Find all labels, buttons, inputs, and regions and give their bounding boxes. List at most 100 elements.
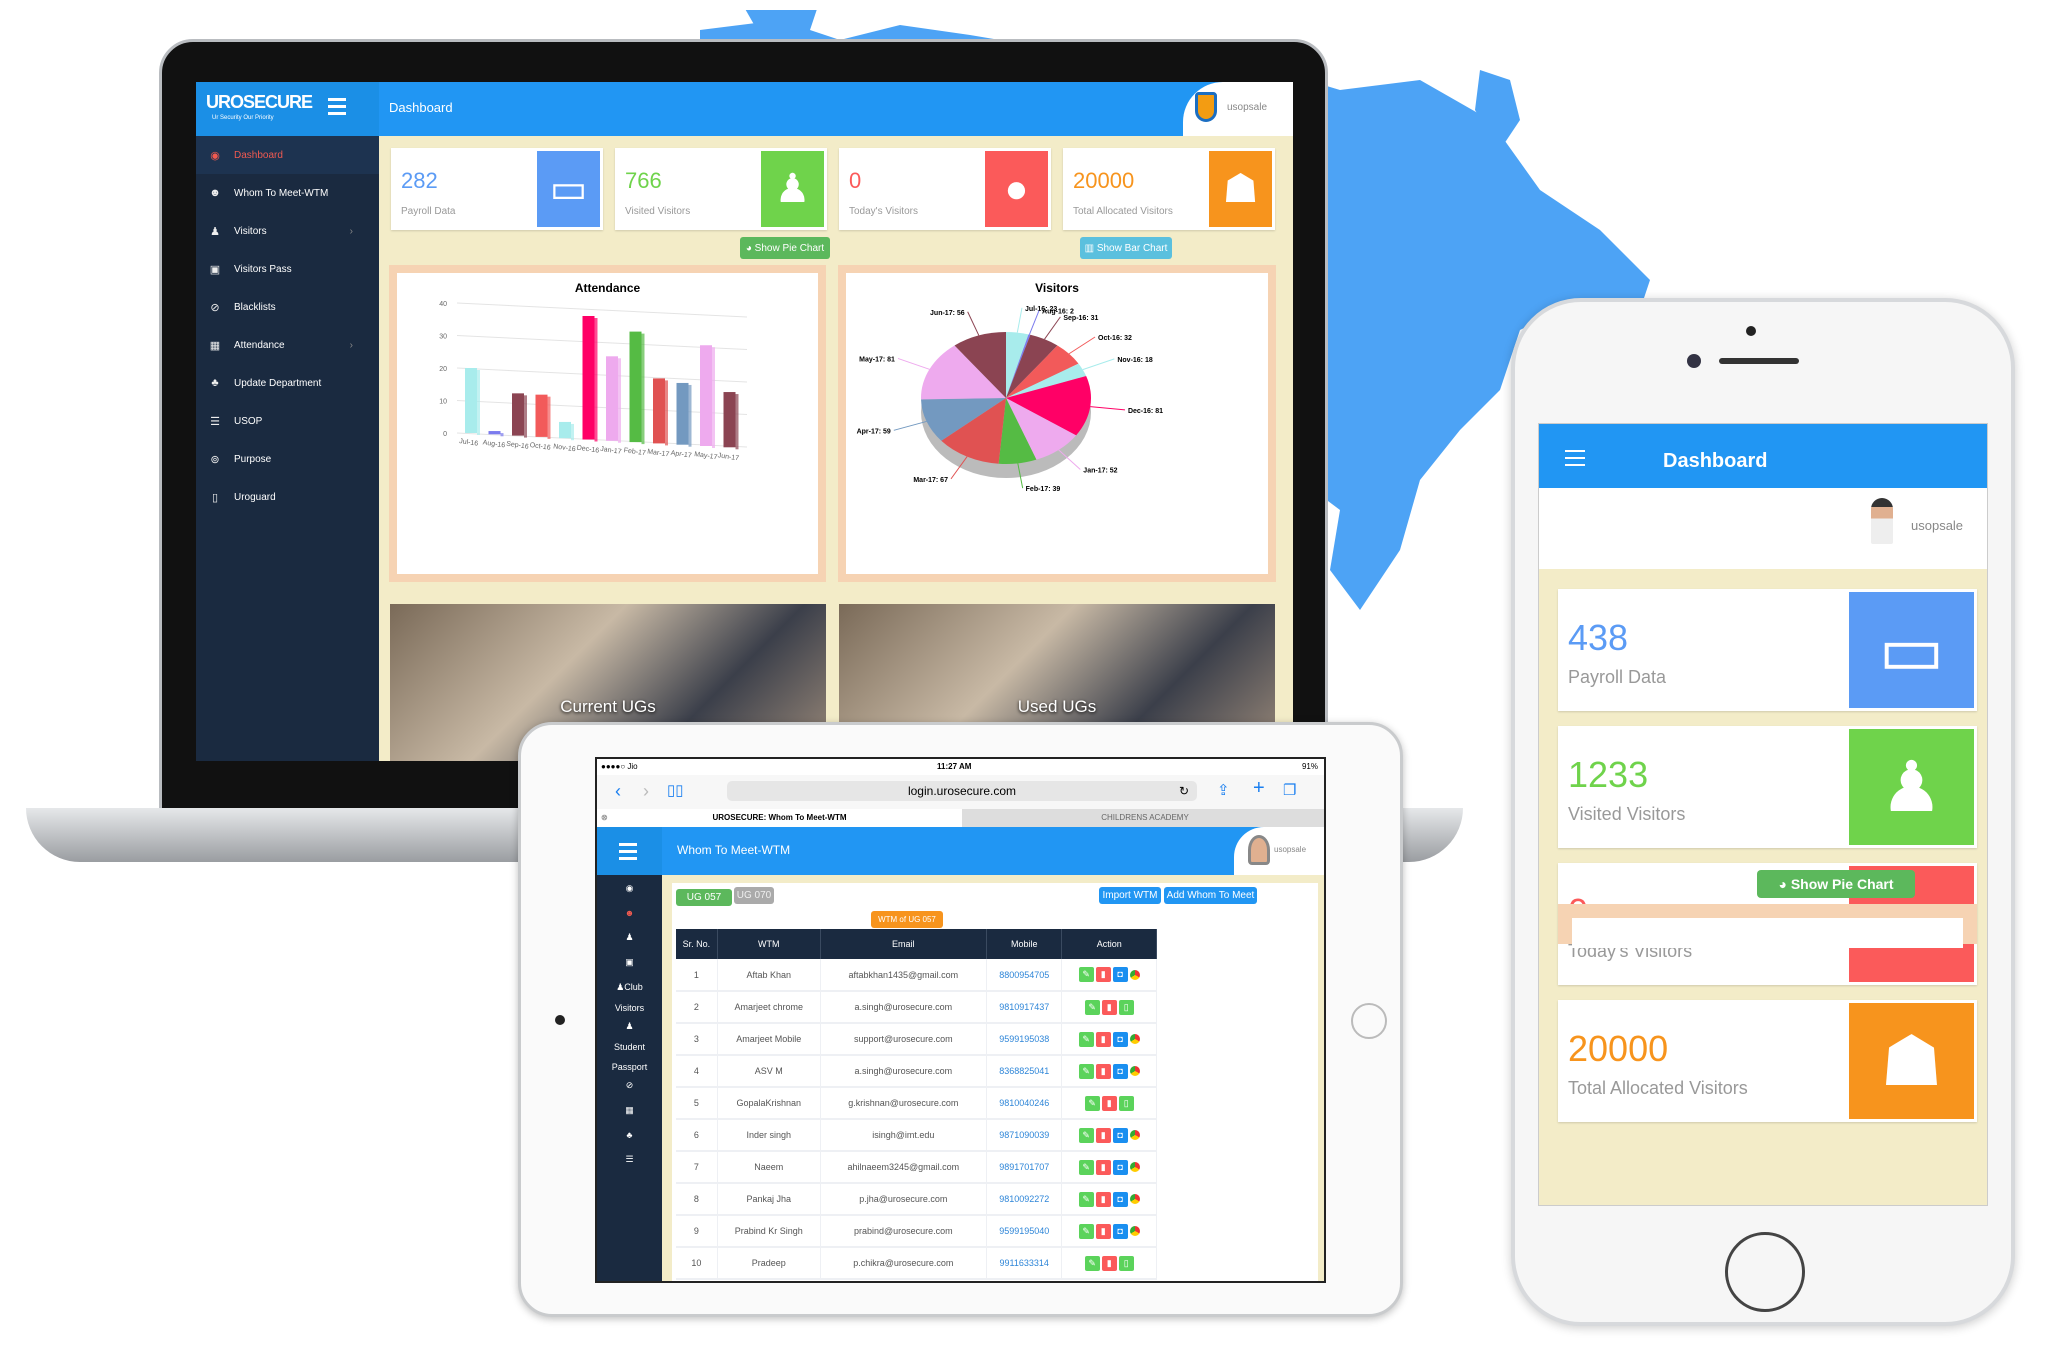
sidebar-item-blacklists[interactable]: ⊘ Blacklists	[196, 288, 379, 326]
phone-home-button[interactable]	[1725, 1232, 1805, 1312]
stat-card-visited-visitors[interactable]: 1233 Visited Visitors ♟	[1558, 726, 1977, 848]
stat-card-visited-visitors[interactable]: 766 Visited Visitors ♟	[615, 148, 827, 230]
user-menu[interactable]: usopsale	[1183, 82, 1293, 136]
forward-icon[interactable]: ›	[643, 781, 649, 802]
delete-icon[interactable]: ▮	[1095, 1127, 1111, 1143]
add-whom-to-meet-button[interactable]: Add Whom To Meet	[1164, 887, 1257, 904]
edit-icon[interactable]: ✎	[1084, 1255, 1100, 1271]
ug-070-tab[interactable]: UG 070	[734, 887, 774, 904]
ug-057-tab[interactable]: UG 057	[676, 889, 732, 906]
edit-icon[interactable]: ✎	[1084, 999, 1100, 1015]
stat-card-payroll-data[interactable]: 282 Payroll Data ▭	[391, 148, 603, 230]
sidebar-item-visitors[interactable]: ♟ Visitors ›	[196, 212, 379, 250]
server-icon[interactable]: ☰	[597, 1154, 662, 1165]
mobile-cell[interactable]: 9911633314	[986, 1247, 1063, 1280]
url-bar[interactable]: login.urosecure.com ↻	[727, 781, 1197, 801]
delete-icon[interactable]: ▮	[1101, 1095, 1117, 1111]
device-icon[interactable]: ▯	[1118, 1095, 1134, 1111]
hamburger-menu-icon[interactable]	[619, 843, 637, 846]
mobile-cell[interactable]: 9810917437	[986, 991, 1063, 1024]
device-icon[interactable]: ▯	[1118, 999, 1134, 1015]
chrome-icon[interactable]	[1129, 1034, 1140, 1044]
edit-icon[interactable]: ✎	[1084, 1095, 1100, 1111]
stat-card-payroll-data[interactable]: 438 Payroll Data ▭	[1558, 589, 1977, 711]
sidebar-item-visitors-pass[interactable]: ▣ Visitors Pass	[196, 250, 379, 288]
user-bar[interactable]: usopsale	[1539, 488, 1987, 569]
person-icon[interactable]: ♟	[597, 932, 662, 943]
chrome-icon[interactable]	[1129, 1066, 1140, 1076]
person-icon[interactable]: ♟	[597, 1021, 662, 1032]
sidebar-item-update-department[interactable]: ♣ Update Department	[196, 364, 379, 402]
edit-icon[interactable]: ✎	[1078, 1127, 1094, 1143]
android-icon[interactable]: ◘	[1112, 1159, 1128, 1175]
delete-icon[interactable]: ▮	[1095, 1223, 1111, 1239]
reload-icon[interactable]: ↻	[1179, 781, 1189, 801]
android-icon[interactable]: ◘	[1112, 1127, 1128, 1143]
delete-icon[interactable]: ▮	[1095, 1031, 1111, 1047]
column-header[interactable]: Email	[820, 929, 988, 959]
import-wtm-button[interactable]: Import WTM	[1099, 887, 1161, 904]
tab-active[interactable]: ⊗ UROSECURE: Whom To Meet-WTM	[597, 809, 962, 827]
sidebar-item-purpose[interactable]: ⊚ Purpose	[196, 440, 379, 478]
stat-card-today-s-visitors[interactable]: 0 Today's Visitors ●	[839, 148, 1051, 230]
chrome-icon[interactable]	[1129, 1130, 1140, 1140]
edit-icon[interactable]: ✎	[1078, 1223, 1094, 1239]
android-icon[interactable]: ◘	[1112, 1063, 1128, 1079]
mobile-cell[interactable]: 9891701707	[986, 1151, 1063, 1184]
chrome-icon[interactable]	[1129, 1194, 1140, 1204]
mobile-cell[interactable]: 9599195040	[986, 1215, 1063, 1248]
tab-inactive[interactable]: CHILDRENS ACADEMY	[962, 809, 1324, 827]
menu-toggle[interactable]	[597, 827, 662, 875]
mobile-cell[interactable]: 9810040246	[986, 1087, 1063, 1120]
sidebar-item-visitors[interactable]: Visitors	[597, 1003, 662, 1013]
ban-icon[interactable]: ⊘	[597, 1080, 662, 1091]
chrome-icon[interactable]	[1129, 1162, 1140, 1172]
edit-icon[interactable]: ✎	[1078, 1159, 1094, 1175]
sidebar-item-usop[interactable]: ☰ USOP	[196, 402, 379, 440]
calendar-icon[interactable]: ▣	[597, 957, 662, 968]
tabs-icon[interactable]: ❐	[1283, 781, 1296, 799]
column-header[interactable]: Action	[1061, 929, 1157, 959]
mobile-cell[interactable]: 8800954705	[986, 959, 1063, 992]
sidebar-item-attendance[interactable]: ▦ Attendance ›	[196, 326, 379, 364]
sitemap-icon[interactable]: ♣	[597, 1130, 662, 1140]
sidebar-item-whom-to-meet-wtm[interactable]: ☻ Whom To Meet-WTM	[196, 174, 379, 212]
show-bar-chart-button[interactable]: ▥ Show Bar Chart	[1080, 237, 1172, 259]
chrome-icon[interactable]	[1129, 1226, 1140, 1236]
sidebar-item-student[interactable]: Student	[597, 1042, 662, 1052]
sidebar-item-club[interactable]: ♟Club	[597, 982, 662, 993]
device-icon[interactable]: ▯	[1118, 1255, 1134, 1271]
column-header[interactable]: Mobile	[986, 929, 1063, 959]
chrome-icon[interactable]	[1129, 969, 1140, 980]
new-tab-icon[interactable]: +	[1253, 777, 1265, 800]
stat-card-total-allocated-visitors[interactable]: 20000 Total Allocated Visitors ☗	[1558, 1000, 1977, 1122]
delete-icon[interactable]: ▮	[1095, 1191, 1111, 1207]
mobile-cell[interactable]: 9599195038	[986, 1023, 1063, 1056]
close-tab-icon[interactable]: ⊗	[601, 809, 608, 827]
show-pie-chart-button[interactable]: ◕ Show Pie Chart	[740, 237, 830, 259]
share-icon[interactable]: ⇪	[1217, 781, 1230, 799]
android-icon[interactable]: ◘	[1112, 1223, 1128, 1239]
edit-icon[interactable]: ✎	[1078, 1191, 1094, 1207]
calendar-grid-icon[interactable]: ▦	[597, 1105, 662, 1116]
mobile-cell[interactable]: 8368825041	[986, 1055, 1063, 1088]
bookmarks-icon[interactable]: ▯▯	[667, 781, 684, 799]
column-header[interactable]: Sr. No.	[676, 929, 718, 959]
android-icon[interactable]: ◘	[1112, 1031, 1128, 1047]
edit-icon[interactable]: ✎	[1078, 1063, 1094, 1079]
show-pie-chart-button[interactable]: ◕ Show Pie Chart	[1757, 870, 1915, 898]
android-icon[interactable]: ◘	[1112, 967, 1128, 982]
users-icon[interactable]: ☻	[597, 908, 662, 918]
tablet-home-button[interactable]	[1351, 1003, 1387, 1039]
delete-icon[interactable]: ▮	[1095, 1063, 1111, 1079]
user-menu[interactable]: usopsale	[1234, 827, 1324, 875]
stat-card-total-allocated-visitors[interactable]: 20000 Total Allocated Visitors ☗	[1063, 148, 1275, 230]
sidebar-item-uroguard[interactable]: ▯ Uroguard	[196, 478, 379, 516]
back-icon[interactable]: ‹	[615, 781, 621, 802]
android-icon[interactable]: ◘	[1112, 1191, 1128, 1207]
sidebar-item-dashboard[interactable]: ◉ Dashboard	[196, 136, 379, 174]
sidebar-item-passport[interactable]: Passport	[597, 1062, 662, 1072]
edit-icon[interactable]: ✎	[1078, 967, 1094, 982]
dashboard-icon[interactable]: ◉	[597, 883, 662, 894]
mobile-cell[interactable]: 9871090039	[986, 1119, 1063, 1152]
